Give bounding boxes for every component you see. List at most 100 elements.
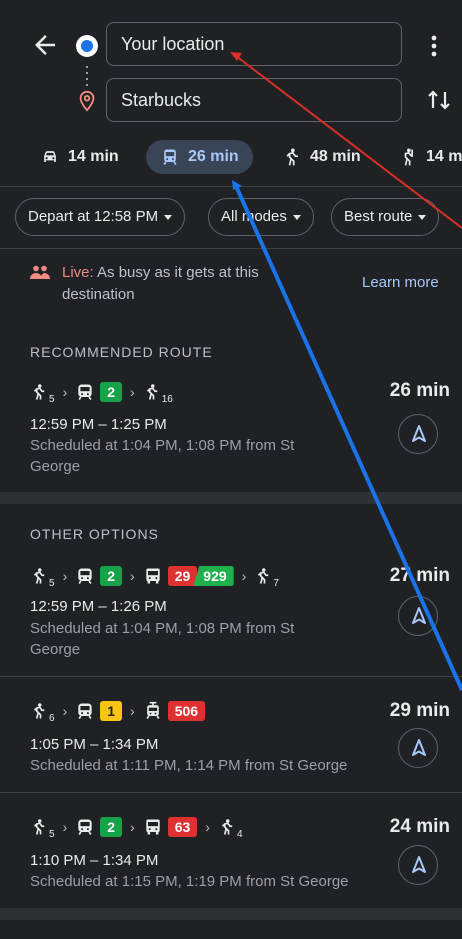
route-schedule: Scheduled at 1:04 PM, 1:08 PM from St Ge… bbox=[30, 437, 295, 475]
route-duration: 24 min bbox=[389, 816, 450, 837]
more-options-icon[interactable] bbox=[428, 34, 440, 58]
walk-step: 5 bbox=[30, 565, 55, 589]
line-badge: 2 bbox=[100, 382, 123, 402]
route-dots-icon bbox=[86, 66, 88, 86]
navigation-arrow-icon bbox=[412, 425, 426, 442]
origin-input[interactable]: Your location bbox=[106, 22, 402, 66]
line-badge: 2 bbox=[100, 566, 123, 586]
depart-time-chip[interactable]: Depart at 12:58 PM bbox=[15, 198, 186, 236]
destination-input[interactable]: Starbucks bbox=[106, 78, 402, 122]
chevron-right-icon: › bbox=[130, 384, 135, 400]
transit-icon bbox=[163, 149, 177, 165]
dropdown-caret-icon bbox=[164, 214, 173, 220]
subway-icon bbox=[78, 819, 92, 835]
route-duration: 27 min bbox=[389, 565, 450, 586]
mode-walk[interactable]: 48 min bbox=[282, 140, 361, 174]
navigation-arrow-icon bbox=[412, 607, 426, 624]
divider bbox=[0, 676, 462, 677]
line-badge: 63 bbox=[167, 817, 198, 837]
navigate-button[interactable] bbox=[398, 728, 438, 768]
line-badge: 2 bbox=[100, 817, 123, 837]
walk-icon bbox=[286, 148, 298, 166]
directions-header: Your location Starbucks 14 min 26 min 48… bbox=[0, 0, 462, 322]
line-badge: 929 bbox=[193, 566, 234, 586]
live-busy-text: Live: As busy as it gets at this destina… bbox=[62, 262, 312, 306]
chevron-right-icon: › bbox=[130, 819, 135, 835]
divider bbox=[0, 186, 462, 187]
swap-icon[interactable] bbox=[426, 86, 452, 114]
route-time-range: 1:05 PM – 1:34 PM bbox=[30, 736, 159, 753]
walk-icon bbox=[33, 568, 45, 584]
walk-icon bbox=[258, 568, 269, 584]
walk-minutes: 6 bbox=[49, 713, 55, 724]
all-modes-chip[interactable]: All modes bbox=[208, 198, 314, 236]
section-separator bbox=[0, 908, 462, 920]
car-icon bbox=[44, 150, 56, 162]
destination-pin-icon bbox=[79, 90, 95, 112]
mode-drive-label: 14 min bbox=[68, 148, 119, 165]
walk-minutes: 5 bbox=[49, 394, 55, 405]
walk-icon bbox=[221, 819, 233, 835]
chevron-right-icon: › bbox=[130, 568, 135, 584]
walk-step: 7 bbox=[254, 565, 279, 589]
navigate-button[interactable] bbox=[398, 414, 438, 454]
line-badge: 1 bbox=[100, 701, 123, 721]
walk-step: 6 bbox=[30, 700, 55, 724]
chevron-right-icon: › bbox=[62, 819, 68, 835]
back-arrow-icon[interactable] bbox=[30, 30, 60, 60]
walk-step: 16 bbox=[143, 381, 173, 405]
walk-minutes: 5 bbox=[49, 578, 55, 589]
learn-more-link[interactable]: Learn more bbox=[362, 274, 439, 291]
streetcar-icon bbox=[146, 701, 160, 719]
route-steps: 5 › 2 › 63 › 4 bbox=[30, 813, 243, 841]
mode-drive[interactable]: 14 min bbox=[40, 140, 119, 174]
bus-icon bbox=[146, 819, 160, 835]
live-label: Live: bbox=[62, 264, 94, 281]
all-modes-label: All modes bbox=[221, 208, 287, 225]
route-time-range: 1:10 PM – 1:34 PM bbox=[30, 852, 159, 869]
best-route-chip[interactable]: Best route bbox=[331, 198, 440, 236]
route-time-range: 12:59 PM – 1:25 PM bbox=[30, 416, 167, 433]
divider bbox=[0, 792, 462, 793]
route-schedule: Scheduled at 1:11 PM, 1:14 PM from St Ge… bbox=[30, 757, 348, 774]
walk-icon bbox=[146, 384, 157, 400]
route-time-range: 12:59 PM – 1:26 PM bbox=[30, 598, 167, 615]
route-steps: 5 › 2 › 16 bbox=[30, 378, 173, 406]
mode-walk-label: 48 min bbox=[310, 148, 361, 165]
mode-rideshare[interactable]: 14 m bbox=[398, 140, 462, 174]
subway-icon bbox=[78, 703, 92, 719]
mode-rideshare-label: 14 m bbox=[426, 148, 462, 165]
walk-step: 5 bbox=[30, 816, 55, 840]
walk-step: 4 bbox=[218, 816, 243, 840]
route-steps: 6 › 1 › 506 bbox=[30, 697, 206, 725]
mode-transit[interactable]: 26 min bbox=[146, 140, 253, 174]
divider bbox=[0, 248, 462, 249]
line-badge: 506 bbox=[167, 701, 206, 721]
mode-transit-label: 26 min bbox=[188, 148, 239, 165]
walk-minutes: 5 bbox=[49, 829, 55, 840]
walk-icon bbox=[33, 703, 45, 719]
section-separator bbox=[0, 492, 462, 504]
chevron-right-icon: › bbox=[241, 568, 247, 584]
walk-icon bbox=[33, 384, 45, 400]
depart-time-label: Depart at 12:58 PM bbox=[28, 208, 159, 225]
navigate-button[interactable] bbox=[398, 596, 438, 636]
navigation-arrow-icon bbox=[412, 739, 426, 756]
walk-minutes: 16 bbox=[161, 394, 173, 405]
route-schedule: Scheduled at 1:15 PM, 1:19 PM from St Ge… bbox=[30, 873, 349, 890]
bus-icon bbox=[146, 568, 160, 584]
route-steps: 5 › 2 › 29 929 › 7 bbox=[30, 562, 279, 590]
chevron-right-icon: › bbox=[62, 568, 68, 584]
dropdown-caret-icon bbox=[292, 214, 301, 220]
chevron-right-icon: › bbox=[205, 819, 210, 835]
walk-minutes: 7 bbox=[273, 578, 279, 589]
walk-minutes: 4 bbox=[236, 829, 243, 840]
route-duration: 29 min bbox=[389, 700, 450, 721]
navigate-button[interactable] bbox=[398, 845, 438, 885]
dropdown-caret-icon bbox=[418, 214, 427, 220]
rideshare-icon bbox=[404, 148, 413, 166]
route-duration: 26 min bbox=[389, 380, 450, 401]
line-badge: 29 bbox=[167, 566, 198, 586]
subway-icon bbox=[78, 568, 92, 584]
chevron-right-icon: › bbox=[62, 384, 68, 400]
